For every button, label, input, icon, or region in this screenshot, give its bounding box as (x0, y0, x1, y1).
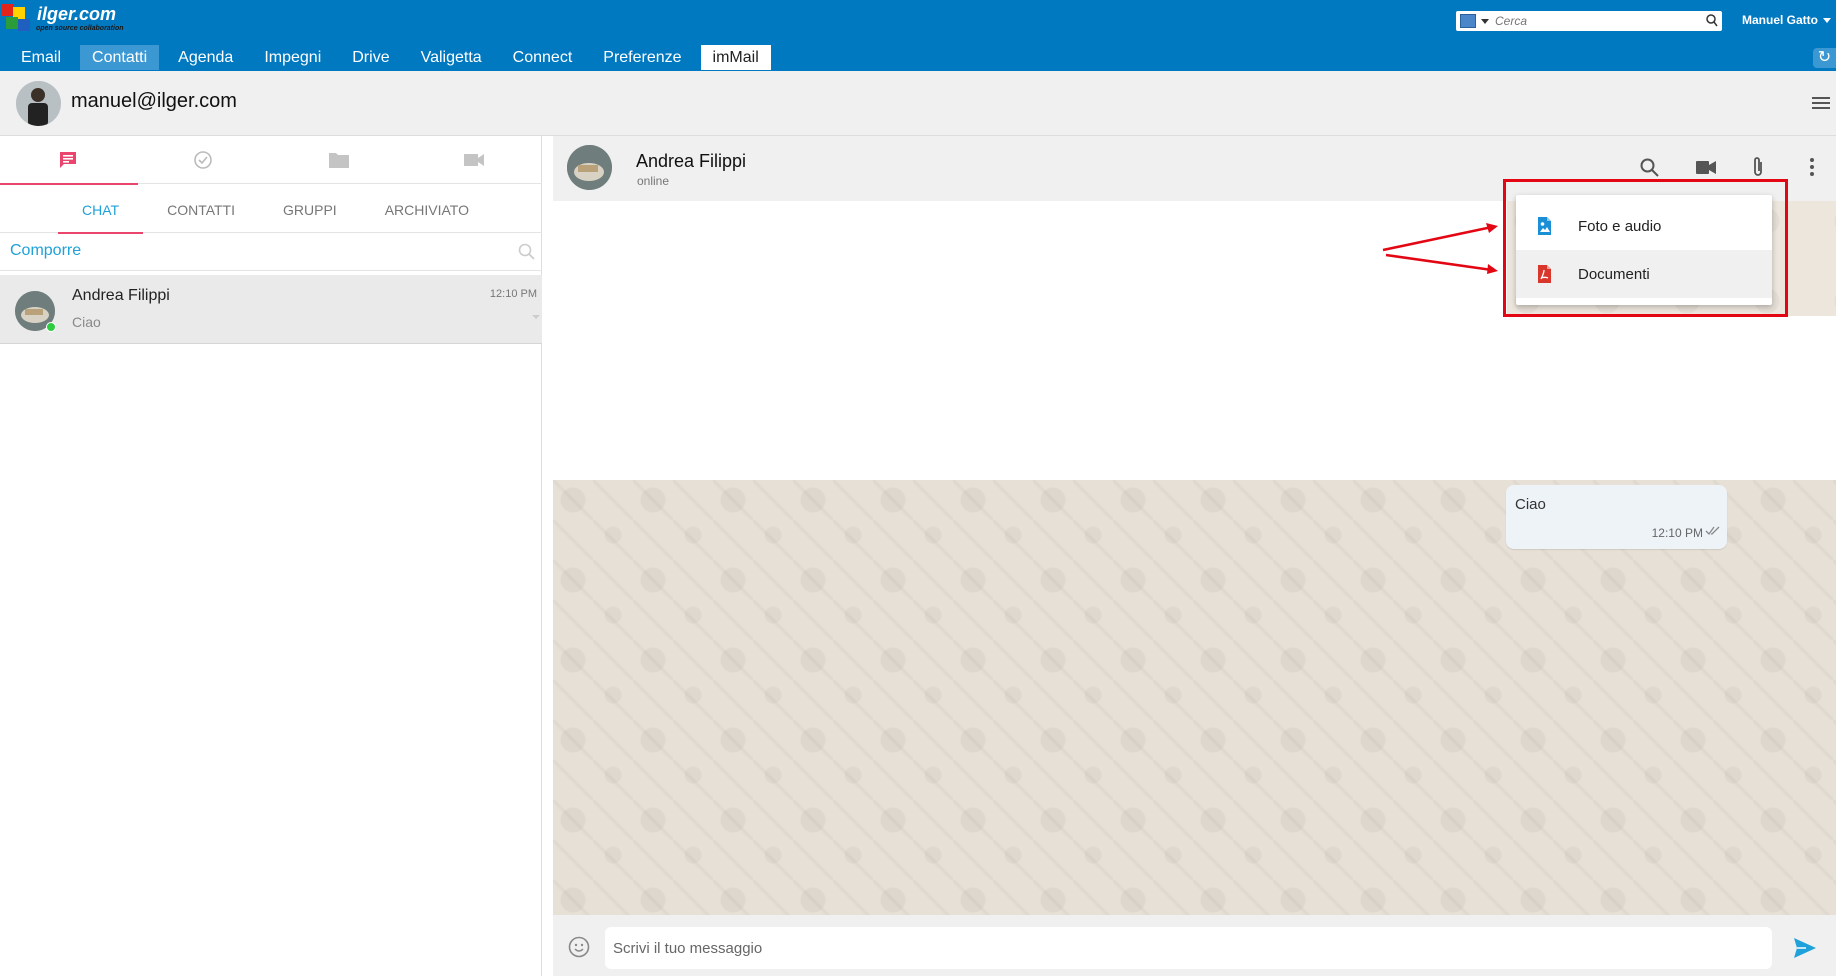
app-logo[interactable]: ilger.com open source collaboration (2, 4, 124, 34)
more-vert-icon[interactable] (1810, 158, 1814, 176)
chevron-down-icon[interactable] (1481, 18, 1489, 24)
annotation-arrows (1382, 223, 1498, 274)
search-icon[interactable] (518, 243, 536, 261)
video-call-icon[interactable] (1696, 161, 1716, 174)
send-icon[interactable] (1793, 937, 1817, 959)
conversation-name: Andrea Filippi (636, 151, 747, 171)
tab-gruppi[interactable]: GRUPPI (259, 185, 361, 233)
compose-row[interactable]: Comporre (0, 233, 542, 271)
annotation-highlight-box (1503, 179, 1788, 317)
account-avatar[interactable] (16, 81, 61, 126)
tab-chat[interactable] (0, 136, 138, 185)
sidebar-icon-tabs (0, 136, 543, 185)
tab-video[interactable] (407, 136, 543, 184)
tab-files[interactable] (271, 136, 407, 184)
search-icon[interactable] (1706, 14, 1718, 27)
chevron-down-icon[interactable] (532, 315, 540, 319)
chevron-down-icon (1823, 18, 1832, 24)
message-input[interactable] (605, 927, 1772, 969)
nav-connect[interactable]: Connect (501, 45, 585, 70)
nav-preferenze[interactable]: Preferenze (591, 45, 693, 70)
conversation-avatar[interactable] (567, 145, 612, 190)
search-icon[interactable] (1640, 158, 1659, 177)
account-email: manuel@ilger.com (71, 90, 237, 112)
chat-list-item[interactable]: Andrea Filippi 12:10 PM Ciao (0, 275, 542, 344)
person-avatar-icon (16, 81, 61, 126)
chat-contact-name: Andrea Filippi (72, 287, 170, 304)
nav-immail[interactable]: imMail (700, 45, 771, 70)
global-search[interactable] (1456, 11, 1722, 31)
menu-icon[interactable] (1812, 97, 1830, 112)
top-header: ilger.com open source collaboration Manu… (0, 0, 1836, 71)
nav-contatti[interactable]: Contatti (80, 45, 160, 70)
search-input[interactable] (1495, 14, 1695, 28)
check-circle-icon (194, 151, 213, 169)
chat-timestamp: 12:10 PM (489, 288, 537, 300)
double-check-icon (1705, 526, 1720, 536)
nav-agenda[interactable]: Agenda (166, 45, 245, 70)
account-bar (0, 71, 1836, 136)
nav-email[interactable]: Email (9, 45, 73, 70)
refresh-icon[interactable]: ↻ (1813, 48, 1836, 68)
user-name: Manuel Gatto (1742, 13, 1819, 27)
message-text: Ciao (1515, 496, 1546, 513)
logo-subtext: open source collaboration (36, 25, 124, 32)
compose-label[interactable]: Comporre (10, 242, 81, 260)
calendar-icon[interactable] (1460, 14, 1476, 28)
tab-contatti[interactable]: CONTATTI (143, 185, 259, 233)
conversation-status: online (637, 174, 670, 188)
online-status-dot (46, 322, 56, 332)
puzzle-logo-icon (2, 4, 36, 34)
message-bubble-outgoing[interactable]: Ciao 12:10 PM (1506, 485, 1727, 549)
message-time: 12:10 PM (1651, 526, 1703, 540)
folder-icon (328, 153, 349, 168)
sidebar: CHAT CONTATTI GRUPPI ARCHIVIATO Comporre… (0, 136, 542, 976)
user-menu[interactable]: Manuel Gatto (1742, 13, 1832, 27)
paperclip-icon[interactable] (1752, 156, 1764, 178)
main-nav: Email Contatti Agenda Impegni Drive Vali… (9, 45, 778, 70)
nav-impegni[interactable]: Impegni (252, 45, 333, 70)
sidebar-text-tabs: CHAT CONTATTI GRUPPI ARCHIVIATO (0, 185, 542, 234)
emoji-icon[interactable] (568, 936, 590, 958)
nav-valigetta[interactable]: Valigetta (409, 45, 494, 70)
chat-preview: Ciao (72, 314, 101, 330)
video-icon (464, 154, 485, 166)
contact-photo-icon (567, 145, 612, 190)
logo-text: ilger.com (37, 4, 117, 24)
chat-icon (59, 152, 76, 168)
tab-archiviato[interactable]: ARCHIVIATO (361, 185, 493, 233)
tab-tasks[interactable] (136, 136, 272, 184)
nav-drive[interactable]: Drive (340, 45, 401, 70)
tab-chat-label[interactable]: CHAT (58, 185, 144, 234)
